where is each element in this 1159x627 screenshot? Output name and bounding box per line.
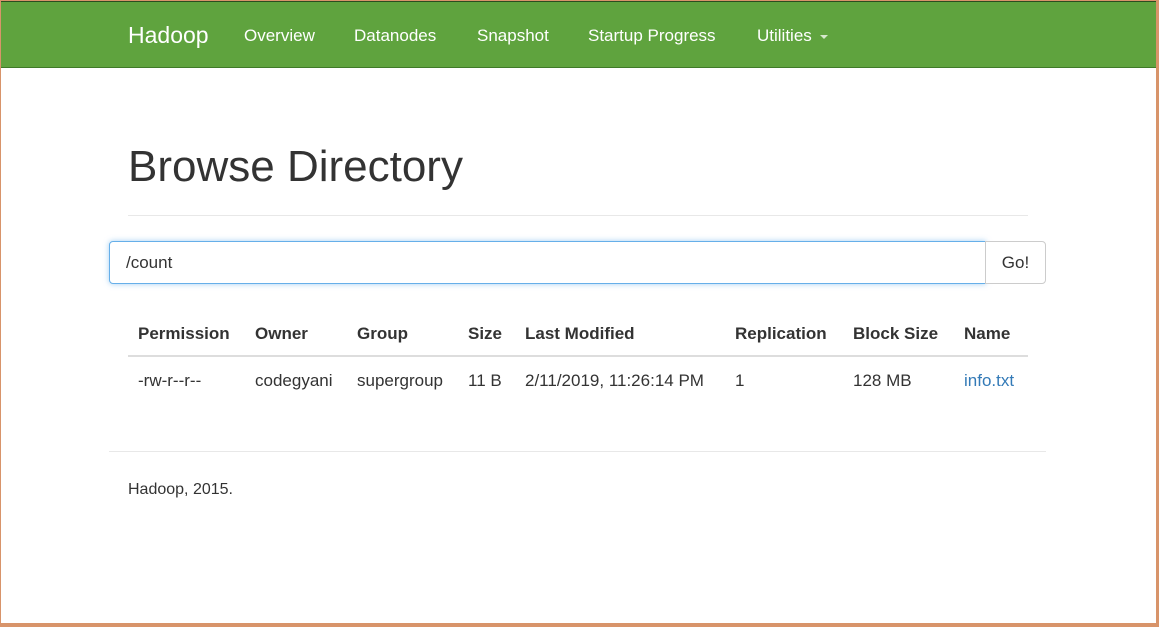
navbar-brand[interactable]: Hadoop xyxy=(128,22,209,49)
cell-block-size: 128 MB xyxy=(853,371,912,390)
cell-permission: -rw-r--r-- xyxy=(138,371,202,390)
column-header-group[interactable]: Group xyxy=(357,324,408,344)
nav-item-utilities-label: Utilities xyxy=(757,26,812,45)
cell-group: supergroup xyxy=(357,371,444,390)
nav-item-startup-progress[interactable]: Startup Progress xyxy=(588,26,716,46)
column-header-last-modified[interactable]: Last Modified xyxy=(525,324,635,344)
file-link-info-txt[interactable]: info.txt xyxy=(964,371,1014,391)
footer-text: Hadoop, 2015. xyxy=(128,481,233,498)
directory-path-input[interactable] xyxy=(109,241,986,284)
nav-item-utilities[interactable]: Utilities xyxy=(757,26,828,46)
nav-item-datanodes[interactable]: Datanodes xyxy=(354,26,436,46)
cell-owner: codegyani xyxy=(255,371,333,390)
column-header-permission[interactable]: Permission xyxy=(138,324,230,344)
column-header-name[interactable]: Name xyxy=(964,324,1010,344)
page-title: Browse Directory xyxy=(128,142,463,191)
nav-item-snapshot[interactable]: Snapshot xyxy=(477,26,549,46)
cell-size: 11 B xyxy=(468,371,502,390)
table-header-divider xyxy=(128,355,1028,357)
cell-last-modified: 2/11/2019, 11:26:14 PM xyxy=(525,371,704,390)
column-header-replication[interactable]: Replication xyxy=(735,324,827,344)
cell-replication: 1 xyxy=(735,371,745,390)
column-header-owner[interactable]: Owner xyxy=(255,324,308,344)
browser-window: Hadoop Overview Datanodes Snapshot Start… xyxy=(1,1,1156,623)
caret-down-icon xyxy=(819,34,828,39)
go-button[interactable]: Go! xyxy=(985,241,1046,284)
footer-divider xyxy=(109,451,1046,452)
nav-item-overview[interactable]: Overview xyxy=(244,26,315,46)
column-header-block-size[interactable]: Block Size xyxy=(853,324,938,344)
column-header-size[interactable]: Size xyxy=(468,324,502,344)
top-navbar: Hadoop Overview Datanodes Snapshot Start… xyxy=(1,2,1156,68)
title-divider xyxy=(128,215,1028,216)
